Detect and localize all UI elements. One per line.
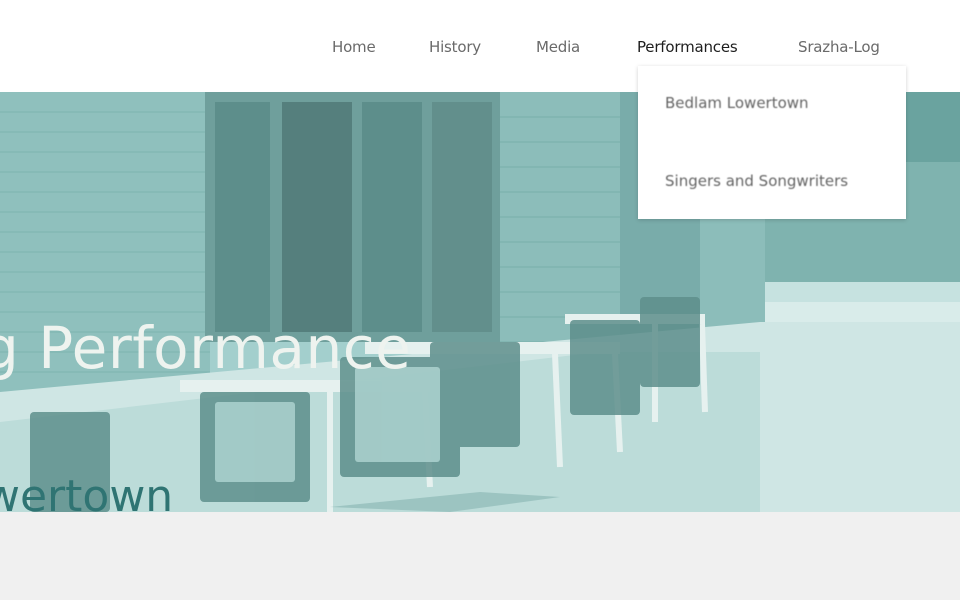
main-nav: Home History Media Performances Srazha-L… [0, 38, 960, 64]
hero-title: g Performance [0, 314, 412, 382]
nav-item-performances[interactable]: Performances [637, 38, 738, 56]
nav-item-home[interactable]: Home [332, 38, 376, 56]
dropdown-item-bedlam-lowertown[interactable]: Bedlam Lowertown [665, 94, 809, 112]
nav-item-media[interactable]: Media [536, 38, 580, 56]
page-footer-area [0, 512, 960, 600]
dropdown-item-singers-and-songwriters[interactable]: Singers and Songwriters [665, 172, 848, 190]
hero-subtitle: wertown [0, 471, 174, 512]
nav-item-history[interactable]: History [429, 38, 481, 56]
nav-item-srazha-log[interactable]: Srazha-Log [798, 38, 880, 56]
performances-dropdown-menu: Bedlam Lowertown Singers and Songwriters [638, 66, 906, 219]
